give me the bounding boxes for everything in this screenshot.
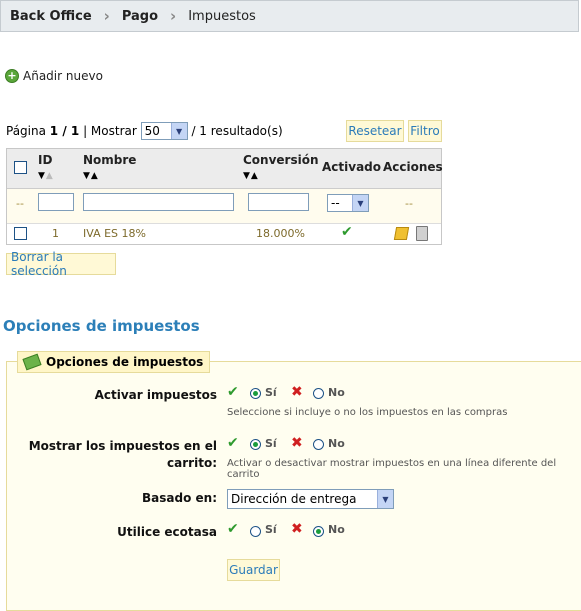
sort-arrows-icon[interactable]: ▼▲: [243, 171, 259, 181]
mostrar-no-label[interactable]: No: [328, 437, 345, 450]
chevron-right-icon: ›: [170, 7, 177, 25]
breadcrumb-impuestos: Impuestos: [188, 8, 256, 24]
row-nombre: IVA ES 18%: [83, 227, 146, 240]
mostrar-no-radio[interactable]: [313, 439, 324, 450]
per-page-value: 50: [144, 124, 160, 138]
col-activado: Activado: [322, 160, 382, 174]
results-count: / 1 resultado(s): [191, 124, 283, 138]
section-title: Opciones de impuestos: [3, 317, 200, 335]
ecotasa-no-label[interactable]: No: [328, 523, 345, 536]
trash-icon[interactable]: [416, 226, 428, 241]
chevron-down-icon: ▼: [352, 195, 368, 211]
taxes-table: ID ▼▲ Nombre ▼▲ Conversión ▼▲ Activado A…: [6, 148, 443, 245]
filter-nombre-input[interactable]: [83, 193, 234, 211]
pencil-icon[interactable]: [393, 227, 410, 240]
table-header: ID ▼▲ Nombre ▼▲ Conversión ▼▲ Activado A…: [7, 149, 443, 189]
page-number: 1 / 1: [49, 124, 80, 138]
add-new-label: Añadir nuevo: [23, 69, 103, 83]
col-conversion: Conversión: [243, 153, 319, 167]
check-icon: ✔: [227, 521, 239, 537]
check-icon: ✔: [227, 384, 239, 400]
sort-arrows-icon[interactable]: ▼▲: [38, 171, 54, 181]
ecotasa-no-radio[interactable]: [313, 526, 324, 537]
filter-dash: --: [16, 197, 24, 210]
check-icon: ✔: [227, 435, 239, 451]
ecotasa-yes-radio[interactable]: [250, 526, 261, 537]
mostrar-label-2: carrito:: [167, 456, 217, 470]
chevron-down-icon: ▼: [377, 490, 393, 508]
legend-label: Opciones de impuestos: [46, 355, 204, 369]
basado-value: Dirección de entrega: [231, 492, 357, 506]
filter-row: -- -- ▼ --: [7, 189, 441, 224]
mostrar-yes-radio[interactable]: [250, 439, 261, 450]
activar-yes-radio[interactable]: [250, 388, 261, 399]
check-icon[interactable]: ✔: [341, 224, 353, 240]
delete-selection-button[interactable]: Borrar la selección: [6, 250, 116, 278]
cross-icon: ✖: [291, 384, 303, 400]
filter-id-input[interactable]: [38, 193, 74, 211]
activar-no-label[interactable]: No: [328, 386, 345, 399]
cross-icon: ✖: [291, 435, 303, 451]
col-id: ID: [38, 153, 53, 167]
filter-activado-value: --: [331, 196, 340, 210]
ecotasa-label: Utilice ecotasa: [117, 525, 217, 539]
fieldset-legend: Opciones de impuestos: [17, 351, 211, 373]
breadcrumb-back-office[interactable]: Back Office: [10, 9, 92, 24]
col-nombre: Nombre: [83, 153, 137, 167]
activar-label: Activar impuestos: [94, 388, 217, 402]
filter-acciones-dash: --: [405, 197, 413, 210]
reset-button[interactable]: Resetear: [346, 120, 404, 142]
basado-select[interactable]: Dirección de entrega ▼: [227, 489, 394, 509]
mostrar-label: | Mostrar: [83, 124, 137, 138]
mostrar-hint: Activar o desactivar mostrar impuestos e…: [227, 458, 557, 480]
chevron-down-icon: ▼: [170, 123, 187, 139]
basado-label: Basado en:: [142, 491, 217, 505]
pagination: Página 1 / 1 | Mostrar 50 ▼ / 1 resultad…: [6, 122, 283, 140]
col-acciones: Acciones: [383, 160, 443, 174]
mostrar-yes-label[interactable]: Sí: [265, 437, 277, 450]
cross-icon: ✖: [291, 521, 303, 537]
filter-conversion-input[interactable]: [248, 193, 309, 211]
row-conversion: 18.000%: [256, 227, 305, 240]
row-id: 1: [52, 227, 59, 240]
activar-no-radio[interactable]: [313, 388, 324, 399]
save-button[interactable]: Guardar: [227, 559, 280, 581]
table-row[interactable]: 1 IVA ES 18% 18.000% ✔: [7, 224, 441, 244]
breadcrumb: Back Office › Pago › Impuestos: [0, 0, 579, 32]
ecotasa-yes-label[interactable]: Sí: [265, 523, 277, 536]
filter-activado-select[interactable]: -- ▼: [327, 194, 369, 212]
filter-button[interactable]: Filtro: [408, 120, 442, 142]
select-all-checkbox[interactable]: [14, 161, 27, 174]
mostrar-label-1: Mostrar los impuestos en el: [28, 439, 217, 453]
row-checkbox[interactable]: [14, 227, 27, 240]
breadcrumb-pago[interactable]: Pago: [122, 9, 158, 24]
sort-arrows-icon[interactable]: ▼▲: [83, 171, 99, 181]
add-new-link[interactable]: + Añadir nuevo: [5, 69, 103, 83]
plus-circle-icon: +: [5, 69, 19, 83]
activar-hint: Seleccione si incluye o no los impuestos…: [227, 407, 508, 418]
chevron-right-icon: ›: [103, 7, 110, 25]
money-icon: [22, 353, 42, 371]
pagina-label: Página: [6, 124, 46, 138]
activar-yes-label[interactable]: Sí: [265, 386, 277, 399]
per-page-select[interactable]: 50 ▼: [140, 122, 188, 140]
